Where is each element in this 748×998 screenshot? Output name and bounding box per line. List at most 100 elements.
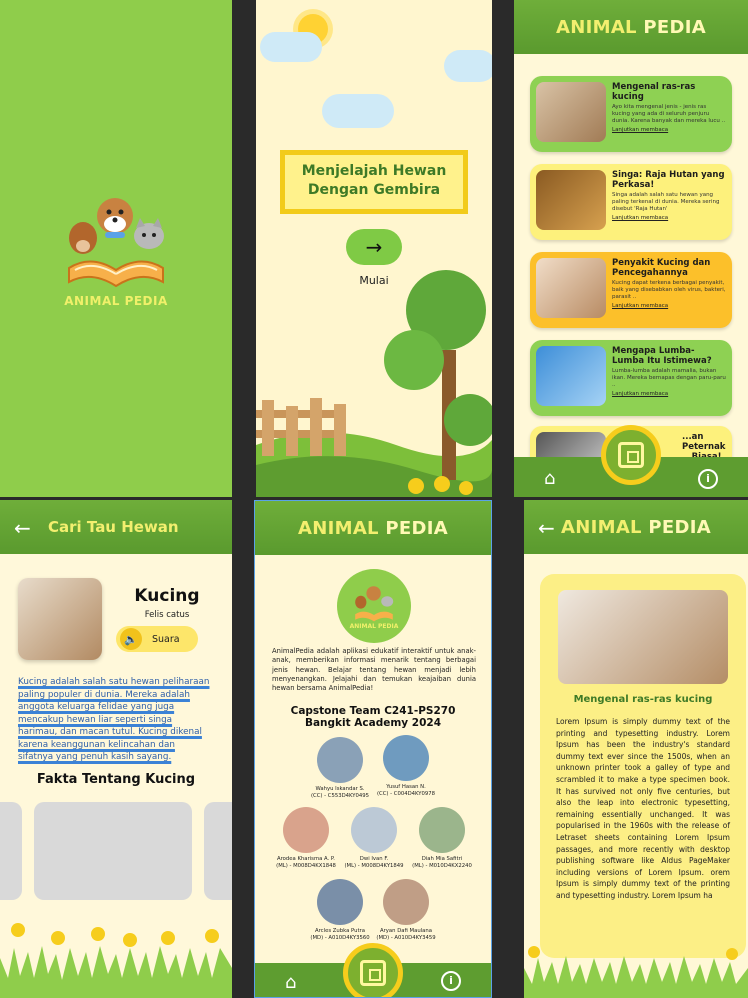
brand-title: ANIMAL PEDIA xyxy=(556,17,706,38)
facts-title: Fakta Tentang Kucing xyxy=(36,772,196,787)
article-title: Mengapa Lumba-Lumba Itu Istimewa? xyxy=(612,346,712,366)
cloud-icon xyxy=(260,32,322,62)
info-icon[interactable]: i xyxy=(698,469,718,489)
brand-title: ANIMAL PEDIA xyxy=(561,517,711,538)
article-card[interactable]: Mengapa Lumba-Lumba Itu Istimewa? Lumba-l… xyxy=(530,340,732,416)
article-thumbnail xyxy=(536,346,606,406)
read-more-link[interactable]: Lanjutkan membaca xyxy=(612,215,726,221)
article-desc: Lumba-lumba adalah mamalia, bukan ikan. … xyxy=(612,368,726,388)
animal-book-logo-icon xyxy=(68,198,164,288)
about-paragraph: AnimalPedia adalah aplikasi edukatif int… xyxy=(272,647,476,693)
avatar xyxy=(317,879,363,925)
brand-animal-text: ANIMAL xyxy=(64,294,120,308)
brand-animal-text: ANIMAL xyxy=(349,622,376,630)
team-member: Yusuf Hasan N. (CC) - C004D4KY0978 xyxy=(361,735,451,797)
article-body: Lorem Ipsum is simply dummy text of the … xyxy=(556,717,730,900)
app-logo: ANIMAL PEDIA xyxy=(337,569,411,643)
article-card[interactable]: Penyakit Kucing dan Pencegahannya Kucing … xyxy=(530,252,732,328)
animal-description: Kucing adalah salah satu hewan peliharaa… xyxy=(18,677,210,762)
sound-button[interactable]: 🔈 Suara xyxy=(116,626,198,652)
brand-wordmark: ANIMAL PEDIA xyxy=(61,294,171,308)
brand-pedia-text: PEDIA xyxy=(385,517,448,539)
avatar xyxy=(383,879,429,925)
page-title: Cari Tau Hewan xyxy=(48,518,179,536)
article-thumbnail xyxy=(536,258,606,318)
splash-screen: ANIMAL PEDIA xyxy=(0,0,232,497)
team-line-1: Capstone Team C241-PS270 xyxy=(290,705,456,717)
avatar xyxy=(317,737,363,783)
animal-photo xyxy=(18,578,102,660)
member-id: (CC) - C004D4KY0978 xyxy=(376,790,436,797)
team-member: Diah Mia Safitri (ML) - M010D4KX2240 xyxy=(397,807,487,869)
brand-pedia-text: PEDIA xyxy=(643,16,706,38)
read-more-link[interactable]: Lanjutkan membaca xyxy=(612,303,726,309)
detail-header: ← Cari Tau Hewan xyxy=(0,500,232,554)
home-screen: ANIMAL PEDIA Mengenal ras-ras kucing Ayo … xyxy=(514,0,748,497)
scan-button[interactable] xyxy=(343,943,403,997)
home-header: ANIMAL PEDIA xyxy=(514,0,748,54)
article-card: Mengenal ras-ras kucing Lorem Ipsum is s… xyxy=(540,574,746,958)
app-logo: ANIMAL PEDIA xyxy=(61,190,171,308)
home-icon[interactable]: ⌂ xyxy=(544,468,555,489)
landscape-illustration xyxy=(256,270,492,497)
article-thumbnail xyxy=(536,170,606,230)
article-header: ← ANIMAL PEDIA xyxy=(524,500,748,554)
fact-card[interactable] xyxy=(34,802,192,900)
article-desc: Ayo kita mengenal jenis - jenis ras kuci… xyxy=(612,104,726,124)
brand-pedia-text: PEDIA xyxy=(378,622,399,630)
avatar xyxy=(419,807,465,853)
onboarding-screen: Menjelajah Hewan Dengan Gembira → Mulai xyxy=(256,0,492,497)
back-arrow-icon[interactable]: ← xyxy=(14,516,31,540)
brand-pedia-text: PEDIA xyxy=(124,294,168,308)
about-header: ANIMAL PEDIA xyxy=(255,501,491,555)
team-member: Aryan Dafi Maulana (MD) - A010D4KY3459 xyxy=(361,879,451,941)
grass-illustration xyxy=(524,946,748,998)
start-button[interactable]: → xyxy=(346,229,402,265)
article-desc: Singa adalah salah satu hewan yang palin… xyxy=(612,192,720,212)
article-title: Penyakit Kucing dan Pencegahannya xyxy=(612,258,711,278)
headline-line-2: Dengan Gembira xyxy=(307,182,441,198)
animal-latin-name: Felis catus xyxy=(144,610,190,620)
brand-wordmark: ANIMAL PEDIA xyxy=(350,623,399,630)
headline-banner: Menjelajah Hewan Dengan Gembira xyxy=(280,150,468,214)
grass-illustration xyxy=(0,923,232,998)
animal-name: Kucing xyxy=(134,586,200,606)
speaker-icon: 🔈 xyxy=(120,628,142,650)
animal-book-logo-icon xyxy=(355,585,394,621)
avatar xyxy=(283,807,329,853)
avatar xyxy=(351,807,397,853)
article-title: Mengenal ras-ras kucing xyxy=(573,694,713,705)
fact-card[interactable] xyxy=(204,802,232,900)
article-screen: ← ANIMAL PEDIA Mengenal ras-ras kucing L… xyxy=(524,500,748,998)
sound-label: Suara xyxy=(152,633,180,645)
member-id: (ML) - M010D4KX2240 xyxy=(412,862,472,869)
about-screen: ANIMAL PEDIA ANIMAL PEDIA AnimalPedia ad… xyxy=(254,500,492,998)
article-card[interactable]: Mengenal ras-ras kucing Ayo kita mengenal… xyxy=(530,76,732,152)
arrow-right-icon: → xyxy=(365,235,383,259)
cloud-icon xyxy=(444,50,492,82)
article-title: Mengenal ras-ras kucing xyxy=(612,82,696,102)
article-title: Singa: Raja Hutan yang Perkasa! xyxy=(612,170,725,190)
info-icon[interactable]: i xyxy=(441,971,461,991)
back-arrow-icon[interactable]: ← xyxy=(538,516,555,540)
brand-title: ANIMAL PEDIA xyxy=(298,518,448,539)
fact-card[interactable] xyxy=(0,802,22,900)
avatar xyxy=(383,735,429,781)
team-heading: Capstone Team C241-PS270 Bangkit Academy … xyxy=(255,705,491,729)
scan-button[interactable] xyxy=(601,425,661,485)
member-id: (MD) - A010D4KY3459 xyxy=(376,934,436,941)
screens-board: ANIMAL PEDIA Menjelajah Hewan Dengan Gem… xyxy=(0,0,748,998)
scan-icon xyxy=(618,442,644,468)
article-card[interactable]: Singa: Raja Hutan yang Perkasa! Singa ada… xyxy=(530,164,732,240)
headline-line-1: Menjelajah Hewan xyxy=(301,163,447,179)
scan-icon xyxy=(360,960,386,986)
read-more-link[interactable]: Lanjutkan membaca xyxy=(612,127,726,133)
article-photo xyxy=(558,590,728,684)
brand-animal-text: ANIMAL xyxy=(561,516,642,538)
read-more-link[interactable]: Lanjutkan membaca xyxy=(612,391,726,397)
article-thumbnail xyxy=(536,82,606,142)
article-desc: Kucing dapat terkena berbagai penyakit, … xyxy=(612,280,726,300)
brand-pedia-text: PEDIA xyxy=(648,516,711,538)
animal-detail-screen: ← Cari Tau Hewan Kucing Felis catus 🔈 Su… xyxy=(0,500,232,998)
home-icon[interactable]: ⌂ xyxy=(285,972,296,993)
